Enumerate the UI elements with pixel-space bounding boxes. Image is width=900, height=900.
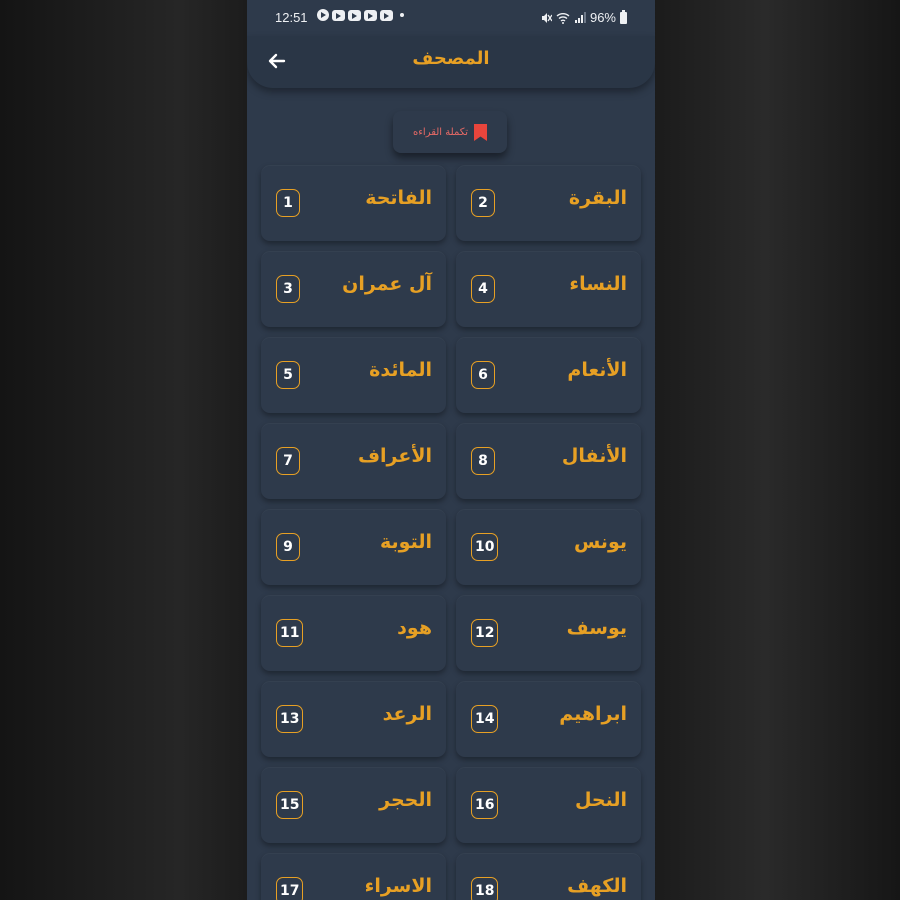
surah-number-badge: 4 <box>471 275 495 303</box>
surah-number-badge: 3 <box>276 275 300 303</box>
surah-name: ابراهيم <box>559 703 627 725</box>
app-bar: المصحف <box>247 36 655 88</box>
phone-screen: 12:51 96% المصحف تكملة القراءه 1 الفاتحة 2… <box>247 0 655 900</box>
surah-name: الفاتحة <box>365 187 432 209</box>
youtube-icon <box>332 9 345 21</box>
surah-number-badge: 15 <box>276 791 304 819</box>
mute-icon <box>541 12 552 23</box>
surah-name: النحل <box>574 789 627 811</box>
surah-card[interactable]: 8 الأنفال <box>456 423 641 499</box>
surah-number-badge: 7 <box>276 447 300 475</box>
surah-card[interactable]: 16 النحل <box>456 767 641 843</box>
surah-name: هود <box>397 617 432 639</box>
more-notifications-dot-icon <box>400 13 404 17</box>
surah-number-badge: 18 <box>471 877 499 900</box>
surah-name: التوبة <box>380 531 432 553</box>
battery-icon <box>620 9 627 24</box>
surah-name: الحجر <box>379 789 432 811</box>
surah-card[interactable]: 18 الكهف <box>456 853 641 900</box>
surah-name: الاسراء <box>364 875 432 897</box>
surah-card[interactable]: 2 البقرة <box>456 165 641 241</box>
resume-reading-label: تكملة القراءه <box>412 126 469 138</box>
surah-name: يوسف <box>566 617 627 639</box>
surah-number-badge: 17 <box>276 877 304 900</box>
surah-card[interactable]: 3 آل عمران <box>261 251 446 327</box>
surah-name: آل عمران <box>342 273 432 295</box>
surah-name: المائدة <box>369 359 432 381</box>
surah-number-badge: 1 <box>276 189 300 217</box>
youtube-icon <box>348 9 361 21</box>
surah-name: الأنفال <box>561 445 627 467</box>
bookmark-icon <box>474 123 488 141</box>
surah-card[interactable]: 14 ابراهيم <box>456 681 641 757</box>
surah-card[interactable]: 15 الحجر <box>261 767 446 843</box>
surah-card[interactable]: 10 يونس <box>456 509 641 585</box>
surah-name: الرعد <box>382 703 432 725</box>
surah-name: الأنعام <box>567 359 627 381</box>
surah-number-badge: 9 <box>276 533 300 561</box>
surah-card[interactable]: 17 الاسراء <box>261 853 446 900</box>
surah-name: الأعراف <box>357 445 432 467</box>
surah-number-badge: 5 <box>276 361 300 389</box>
system-icons: 96% <box>540 9 627 25</box>
resume-reading-button[interactable]: تكملة القراءه <box>393 111 507 153</box>
surah-card[interactable]: 7 الأعراف <box>261 423 446 499</box>
status-time: 12:51 <box>275 10 308 25</box>
surah-number-badge: 16 <box>471 791 499 819</box>
youtube-icon <box>380 9 393 21</box>
surah-card[interactable]: 6 الأنعام <box>456 337 641 413</box>
surah-number-badge: 8 <box>471 447 495 475</box>
status-bar: 12:51 96% <box>247 0 655 36</box>
surah-number-badge: 10 <box>471 533 499 561</box>
surah-card[interactable]: 13 الرعد <box>261 681 446 757</box>
signal-icon <box>574 11 586 23</box>
surah-name: النساء <box>569 273 627 295</box>
surah-number-badge: 14 <box>471 705 499 733</box>
surah-card[interactable]: 9 التوبة <box>261 509 446 585</box>
surah-number-badge: 11 <box>276 619 304 647</box>
surah-name: الكهف <box>567 875 627 897</box>
notification-icons <box>317 9 404 21</box>
surah-card[interactable]: 4 النساء <box>456 251 641 327</box>
surah-card[interactable]: 1 الفاتحة <box>261 165 446 241</box>
surah-number-badge: 13 <box>276 705 304 733</box>
wifi-icon <box>556 12 570 24</box>
surah-card[interactable]: 12 يوسف <box>456 595 641 671</box>
surah-grid: 1 الفاتحة 2 البقرة 3 آل عمران 4 النساء 5 المائدة 6… <box>261 165 641 900</box>
surah-name: البقرة <box>568 187 627 209</box>
youtube-icon <box>364 9 377 21</box>
surah-number-badge: 2 <box>471 189 495 217</box>
whatsapp-icon <box>317 9 329 21</box>
surah-number-badge: 6 <box>471 361 495 389</box>
surah-card[interactable]: 11 هود <box>261 595 446 671</box>
surah-name: يونس <box>573 531 627 553</box>
battery-percent: 96% <box>589 10 616 25</box>
page-title: المصحف <box>412 48 490 69</box>
surah-number-badge: 12 <box>471 619 499 647</box>
surah-card[interactable]: 5 المائدة <box>261 337 446 413</box>
